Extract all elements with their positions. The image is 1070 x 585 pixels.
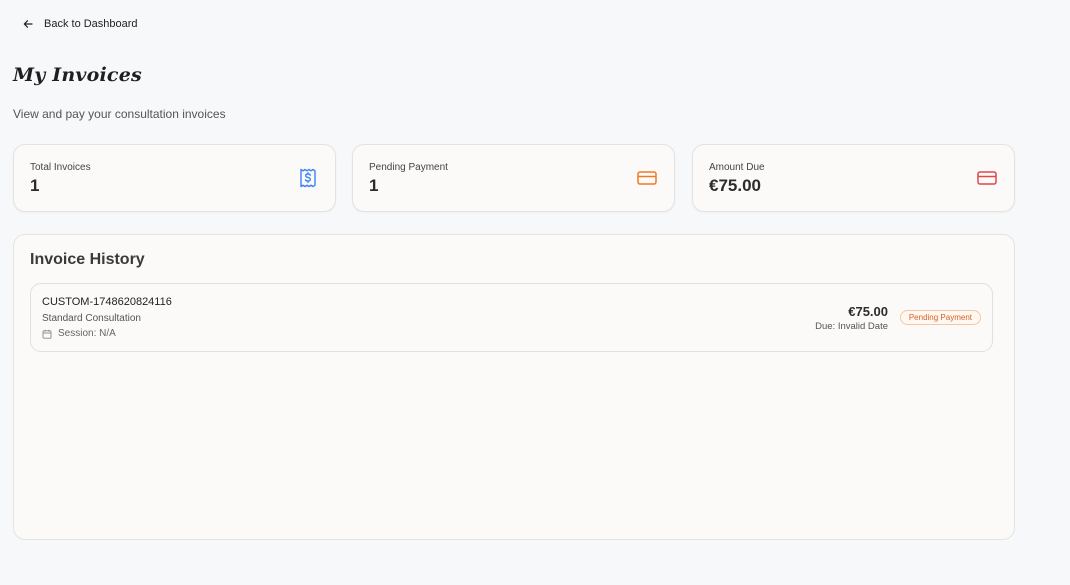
stat-value: 1 [369, 176, 379, 195]
invoice-id: CUSTOM-1748620824116 [42, 296, 172, 308]
credit-card-icon [977, 171, 997, 185]
stat-card-pending-payment: Pending Payment 1 [352, 144, 675, 212]
invoice-session: Session: N/A [42, 328, 116, 339]
stat-card-amount-due: Amount Due €75.00 [692, 144, 1015, 212]
stat-label: Pending Payment [369, 162, 448, 173]
invoice-session-label: Session: N/A [58, 328, 116, 339]
stat-label: Amount Due [709, 162, 765, 173]
stat-card-total-invoices: Total Invoices 1 [13, 144, 336, 212]
status-badge: Pending Payment [899, 310, 981, 325]
invoice-history-title: Invoice History [30, 251, 145, 268]
invoice-history-panel: Invoice History CUSTOM-1748620824116 Sta… [13, 234, 1015, 540]
page-title: My Invoices [13, 64, 142, 86]
invoice-list-item[interactable]: CUSTOM-1748620824116 Standard Consultati… [30, 283, 993, 352]
back-link-label: Back to Dashboard [44, 18, 138, 30]
invoice-due-date: Due: Invalid Date [815, 321, 888, 332]
credit-card-icon [637, 171, 657, 185]
invoice-amount: €75.00 [848, 304, 888, 319]
stat-value: 1 [30, 176, 40, 195]
receipt-dollar-icon [300, 168, 316, 188]
stat-label: Total Invoices [30, 162, 91, 173]
calendar-icon [42, 329, 52, 339]
stat-value: €75.00 [709, 176, 761, 195]
invoices-page: Back to Dashboard My Invoices View and p… [0, 0, 1070, 585]
invoice-type: Standard Consultation [42, 313, 141, 324]
back-to-dashboard-link[interactable]: Back to Dashboard [22, 18, 138, 30]
arrow-left-icon [23, 20, 33, 28]
page-subtitle: View and pay your consultation invoices [13, 107, 226, 121]
